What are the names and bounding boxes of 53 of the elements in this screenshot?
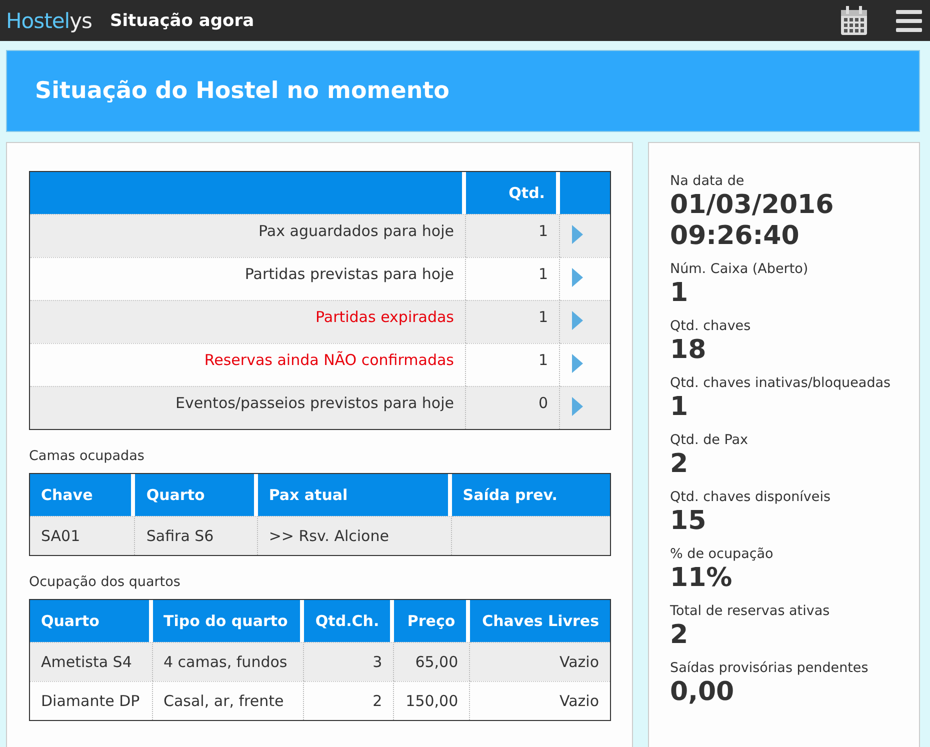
count-cell: 1 xyxy=(466,214,560,257)
table-cell: 3 xyxy=(304,642,394,681)
row-label: Partidas expiradas xyxy=(30,300,466,343)
table-cell: Safira S6 xyxy=(135,516,258,555)
stat-label: Qtd. chaves inativas/bloqueadas xyxy=(670,375,892,391)
arrow-right-icon[interactable] xyxy=(572,311,583,330)
stat-label: % de ocupação xyxy=(670,546,774,562)
stat-value: 11% xyxy=(670,563,734,594)
arrow-right-icon[interactable] xyxy=(572,354,583,373)
stat-label: Saídas provisórias pendentes xyxy=(670,660,870,676)
table-cell: 65,00 xyxy=(394,642,470,681)
menu-icon[interactable] xyxy=(896,10,922,32)
column-header: Chave xyxy=(30,474,136,516)
stat-label: Qtd. chaves disponíveis xyxy=(670,489,832,505)
stat-value: 2 xyxy=(670,620,690,651)
section-caption: Camas ocupadas xyxy=(29,448,146,464)
stat-value: 2 xyxy=(670,449,690,480)
count-cell: 0 xyxy=(466,386,560,429)
table-cell: >> Rsv. Alcione xyxy=(258,516,452,555)
stat-value: 1 xyxy=(670,392,690,423)
stat-value: 15 xyxy=(670,506,708,537)
stat-value: 1 xyxy=(670,278,690,309)
stat-label: Na data de xyxy=(670,173,746,189)
count-cell: 1 xyxy=(466,300,560,343)
page-title: Situação agora xyxy=(110,10,254,30)
table-cell: Vazio xyxy=(470,681,610,720)
row-label: Pax aguardados para hoje xyxy=(30,214,466,257)
arrow-right-icon[interactable] xyxy=(572,397,583,416)
row-label: Eventos/passeios previstos para hoje xyxy=(30,386,466,429)
arrow-right-icon[interactable] xyxy=(572,268,583,287)
table-cell: Vazio xyxy=(470,642,610,681)
arrow-right-icon[interactable] xyxy=(572,225,583,244)
column-header: Saída prev. xyxy=(452,474,610,516)
stat-value: 0,00 xyxy=(670,677,736,708)
stat-value: 18 xyxy=(670,335,708,366)
table-cell: SA01 xyxy=(30,516,136,555)
section-caption: Ocupação dos quartos xyxy=(29,574,182,590)
table-cell: 2 xyxy=(304,681,394,720)
table-cell: Casal, ar, frente xyxy=(152,681,304,720)
header-cell xyxy=(560,172,610,214)
stat-label: Total de reservas ativas xyxy=(670,603,831,619)
calendar-icon[interactable] xyxy=(840,6,868,36)
brand-logo: Hostelys xyxy=(6,8,92,32)
column-header: Chaves Livres xyxy=(470,600,610,642)
stat-value: 01/03/2016 09:26:40 xyxy=(670,190,830,252)
stat-label: Qtd. de Pax xyxy=(670,432,750,448)
page-heading: Situação do Hostel no momento xyxy=(6,50,920,132)
table-cell: Diamante DP xyxy=(30,681,152,720)
stat-label: Núm. Caixa (Aberto) xyxy=(670,261,810,277)
table-cell: 4 camas, fundos xyxy=(152,642,304,681)
table-cell: 150,00 xyxy=(394,681,470,720)
stat-label: Qtd. chaves xyxy=(670,318,752,334)
table-cell: Ametista S4 xyxy=(30,642,152,681)
